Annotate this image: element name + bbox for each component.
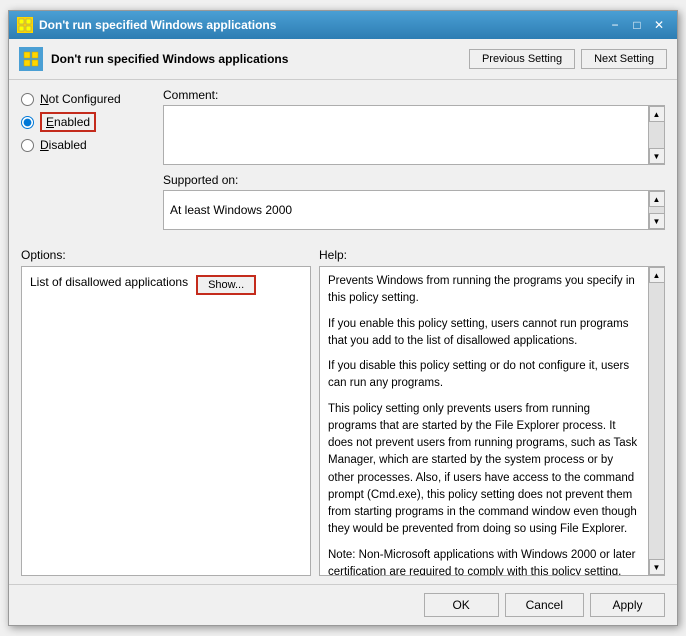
close-button[interactable]: ✕ [649,15,669,35]
left-panel: Not Configured Enabled Disabled [21,88,151,238]
right-panel: Comment: ▲ ▼ Supported on: At least Wind… [163,88,665,238]
disabled-radio[interactable]: Disabled [21,138,151,152]
comment-section: Comment: ▲ ▼ [163,88,665,165]
comment-scroll-track [649,122,664,148]
title-bar-left: Don't run specified Windows applications [17,17,276,33]
header-title: Don't run specified Windows applications [51,52,288,66]
next-setting-button[interactable]: Next Setting [581,49,667,69]
disabled-label: Disabled [40,138,87,152]
comment-scroll-down[interactable]: ▼ [649,148,665,164]
apply-button[interactable]: Apply [590,593,665,617]
maximize-button[interactable]: □ [627,15,647,35]
header-icon [19,47,43,71]
comment-textarea[interactable] [164,106,648,164]
help-box: Prevents Windows from running the progra… [319,266,665,576]
cancel-button[interactable]: Cancel [505,593,584,617]
help-para-1: Prevents Windows from running the progra… [328,273,640,308]
supported-scroll-up[interactable]: ▲ [649,191,665,207]
help-title: Help: [319,248,665,262]
disabled-input[interactable] [21,139,34,152]
supported-scrollbar: ▲ ▼ [648,191,664,229]
enabled-radio[interactable]: Enabled [21,112,151,132]
options-title: Options: [21,248,311,262]
title-controls: − □ ✕ [605,15,669,35]
bottom-bar: OK Cancel Apply [9,584,677,625]
not-configured-radio[interactable]: Not Configured [21,92,151,106]
main-window: Don't run specified Windows applications… [8,10,678,626]
main-content: Not Configured Enabled Disabled Comment: [9,80,677,584]
supported-label: Supported on: [163,173,665,187]
options-list-label: List of disallowed applications [30,275,188,289]
minimize-button[interactable]: − [605,15,625,35]
comment-box: ▲ ▼ [163,105,665,165]
not-configured-input[interactable] [21,93,34,106]
help-para-3: If you disable this policy setting or do… [328,358,640,393]
help-scroll-down[interactable]: ▼ [649,559,665,575]
help-para-4: This policy setting only prevents users … [328,401,640,539]
header-left: Don't run specified Windows applications [19,47,288,71]
window-title: Don't run specified Windows applications [39,18,276,32]
radio-group: Not Configured Enabled Disabled [21,92,151,152]
help-scroll-up[interactable]: ▲ [649,267,665,283]
options-box: List of disallowed applications Show... [21,266,311,576]
supported-value: At least Windows 2000 [164,199,648,221]
ok-button[interactable]: OK [424,593,499,617]
not-configured-label: Not Configured [40,92,121,106]
supported-section: Supported on: At least Windows 2000 ▲ ▼ [163,173,665,230]
options-help-row: Options: List of disallowed applications… [21,248,665,576]
header-buttons: Previous Setting Next Setting [469,49,667,69]
supported-scroll-down[interactable]: ▼ [649,213,665,229]
title-bar: Don't run specified Windows applications… [9,11,677,39]
options-section: Options: List of disallowed applications… [21,248,311,576]
header-bar: Don't run specified Windows applications… [9,39,677,80]
window-icon [17,17,33,33]
previous-setting-button[interactable]: Previous Setting [469,49,575,69]
enabled-input[interactable] [21,116,34,129]
help-scroll-track [649,283,664,559]
help-para-5: Note: Non-Microsoft applications with Wi… [328,547,640,576]
comment-label: Comment: [163,88,665,102]
comment-scroll-up[interactable]: ▲ [649,106,665,122]
help-section: Help: Prevents Windows from running the … [319,248,665,576]
comment-scrollbar: ▲ ▼ [648,106,664,164]
show-button[interactable]: Show... [196,275,256,295]
enabled-label: Enabled [40,112,96,132]
top-content: Not Configured Enabled Disabled Comment: [21,88,665,238]
help-scrollbar: ▲ ▼ [648,267,664,575]
help-para-2: If you enable this policy setting, users… [328,316,640,351]
help-text: Prevents Windows from running the progra… [320,267,648,575]
supported-box: At least Windows 2000 ▲ ▼ [163,190,665,230]
